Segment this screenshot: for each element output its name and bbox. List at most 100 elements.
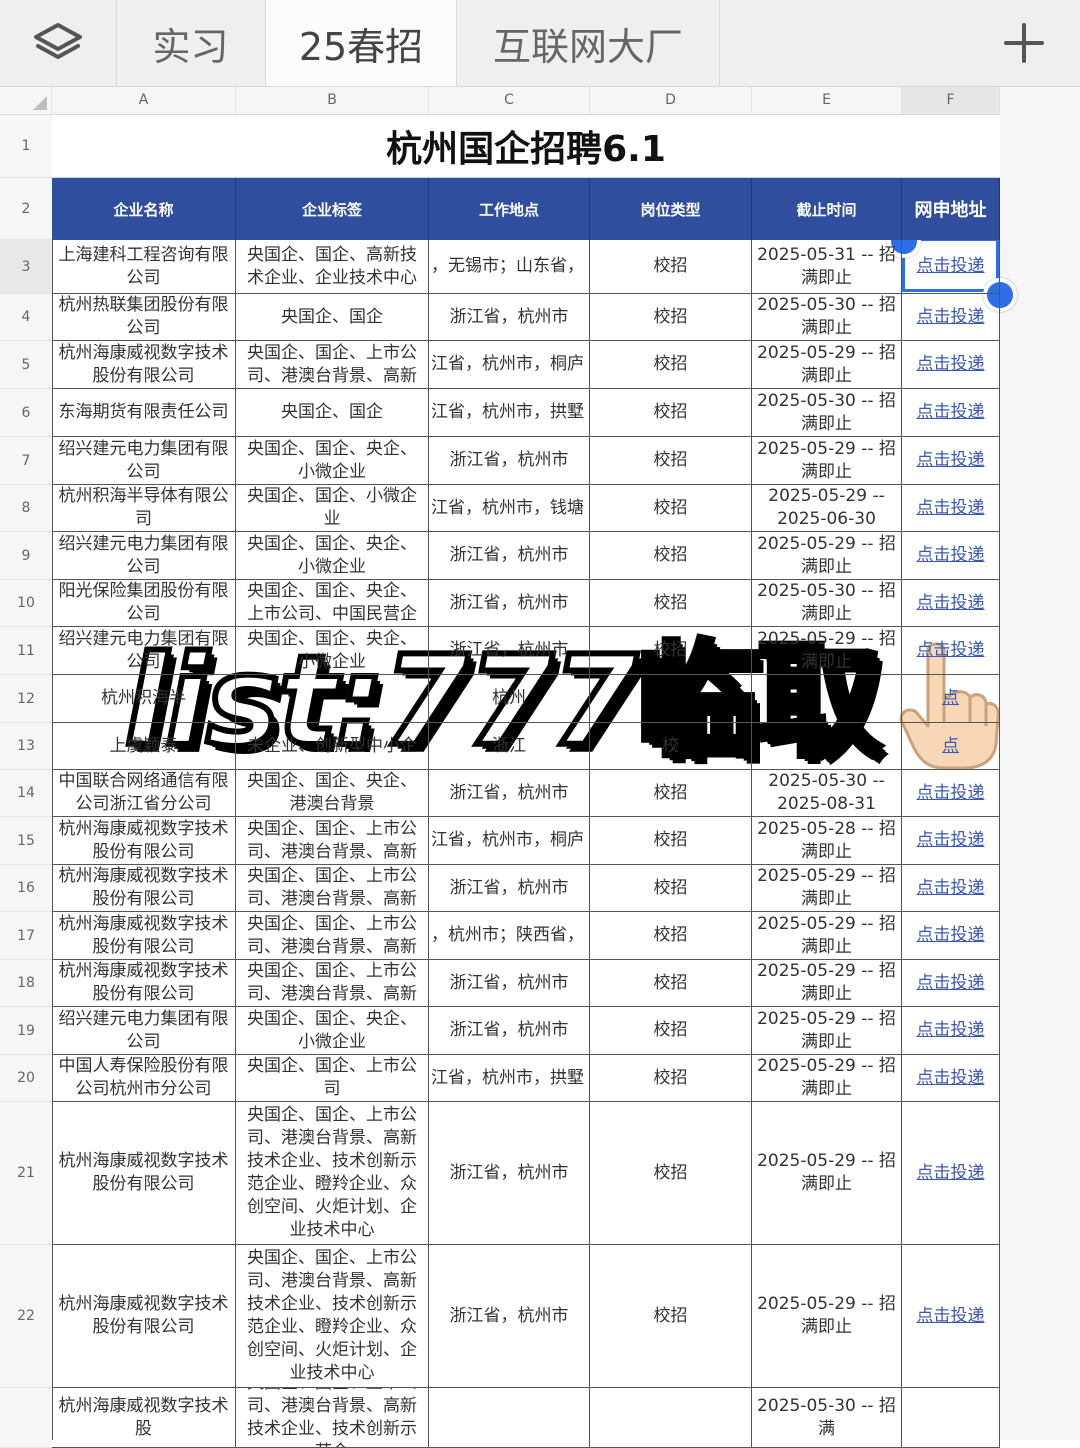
apply-link[interactable]: 点击投递 [917, 972, 985, 995]
row-number[interactable]: 7 [0, 437, 52, 485]
column-header-e[interactable]: E [752, 87, 902, 114]
select-all-corner[interactable] [0, 87, 52, 114]
apply-link[interactable]: 点击投递 [917, 449, 985, 472]
row-number[interactable]: 13 [0, 723, 52, 770]
apply-link-cell[interactable]: 点击投递 [902, 294, 1000, 341]
row-number[interactable] [0, 1388, 52, 1448]
apply-link-cell[interactable]: 点 [902, 675, 1000, 723]
column-header-a[interactable]: A [52, 87, 236, 114]
apply-link[interactable]: 点击投递 [917, 829, 985, 852]
location-cell: 浙江省，杭州市 [429, 1007, 590, 1055]
apply-link-cell[interactable]: 点击投递 [902, 770, 1000, 817]
apply-link-cell[interactable]: 点击投递 [902, 580, 1000, 627]
row-number[interactable]: 9 [0, 532, 52, 580]
add-sheet-button[interactable] [968, 0, 1080, 86]
apply-link[interactable]: 点击投递 [917, 401, 985, 424]
location-cell: 江省，杭州市，拱墅 [429, 1055, 590, 1102]
row-number[interactable]: 8 [0, 485, 52, 532]
apply-link-cell[interactable]: 点击投递 [902, 817, 1000, 865]
apply-link[interactable]: 点击投递 [917, 1019, 985, 1042]
apply-link-cell[interactable]: 点击投递 [902, 437, 1000, 485]
row-number[interactable]: 2 [0, 178, 52, 240]
apply-link[interactable]: 点击投递 [917, 306, 985, 329]
column-title-cell: 工作地点 [429, 178, 590, 240]
apply-link-cell[interactable]: 点击投递 [902, 1007, 1000, 1055]
row-number[interactable]: 11 [0, 627, 52, 675]
apply-link-cell[interactable]: 点击投递 [902, 627, 1000, 675]
company-name-cell: 上虞颖泰 [52, 723, 236, 770]
row-number[interactable]: 4 [0, 294, 52, 341]
apply-link-cell[interactable]: 点击投递 [902, 389, 1000, 437]
apply-link-cell[interactable]: 点击投递 [902, 865, 1000, 912]
apply-link[interactable]: 点击投递 [917, 1305, 985, 1328]
apply-link[interactable]: 点击投递 [917, 544, 985, 567]
job-type-cell: 校招 [590, 240, 752, 294]
job-type-cell [590, 1388, 752, 1448]
deadline-cell: 2025-05-29 -- 招满即止 [752, 912, 902, 960]
location-cell: 浙江省，杭州市 [429, 960, 590, 1007]
column-header-c[interactable]: C [429, 87, 590, 114]
row-number[interactable]: 5 [0, 341, 52, 389]
apply-link-cell[interactable] [902, 1388, 1000, 1448]
apply-link-cell[interactable]: 点击投递 [902, 485, 1000, 532]
row-number[interactable]: 21 [0, 1102, 52, 1245]
tab-label: 互联网大厂 [492, 24, 683, 69]
row-number[interactable]: 19 [0, 1007, 52, 1055]
row-number[interactable]: 20 [0, 1055, 52, 1102]
deadline-cell: 2025-05-29 -- 招满即止 [752, 1245, 902, 1388]
row-number[interactable]: 15 [0, 817, 52, 865]
apply-link[interactable]: 点击投递 [917, 782, 985, 805]
apply-link-cell[interactable]: 点击投递 [902, 341, 1000, 389]
apply-link[interactable]: 点击投递 [917, 353, 985, 376]
apply-link-cell[interactable]: 点击投递 [902, 1055, 1000, 1102]
apply-link[interactable]: 点击投递 [917, 592, 985, 615]
apply-link[interactable]: 点 [942, 687, 959, 710]
company-name-cell: 杭州热联集团股份有限公司 [52, 294, 236, 341]
apply-link-cell[interactable]: 点击投递 [902, 240, 1000, 294]
apply-link[interactable]: 点击投递 [917, 877, 985, 900]
location-cell: 浙江省，杭州市 [429, 770, 590, 817]
apply-link[interactable]: 点击投递 [917, 1162, 985, 1185]
row-number[interactable]: 10 [0, 580, 52, 627]
column-header-f[interactable]: F [902, 87, 1000, 114]
job-type-cell: 校招 [590, 865, 752, 912]
row-number[interactable]: 17 [0, 912, 52, 960]
row-number[interactable]: 18 [0, 960, 52, 1007]
deadline-cell: 2025-05-29 -- 招满即止 [752, 532, 902, 580]
tab-spring-2025[interactable]: 25春招 [266, 0, 457, 86]
row-number[interactable]: 3 [0, 240, 52, 294]
job-type-cell: 校招 [590, 1245, 752, 1388]
apply-link[interactable]: 点击投递 [917, 497, 985, 520]
apply-link-cell[interactable]: 点击投递 [902, 912, 1000, 960]
row-number[interactable]: 12 [0, 675, 52, 723]
layers-button[interactable] [0, 0, 117, 86]
row-number[interactable]: 1 [0, 115, 52, 178]
apply-link[interactable]: 点 [942, 735, 959, 758]
column-header-b[interactable]: B [236, 87, 429, 114]
column-header-d[interactable]: D [590, 87, 752, 114]
column-title-cell: 企业名称 [52, 178, 236, 240]
company-tags-cell: 央国企、国企 [236, 389, 429, 437]
tab-internship[interactable]: 实习 [116, 0, 266, 86]
job-type-cell: 校招 [590, 912, 752, 960]
row-number[interactable]: 16 [0, 865, 52, 912]
apply-link-cell[interactable]: 点击投递 [902, 532, 1000, 580]
job-type-cell: 校招 [590, 485, 752, 532]
apply-link[interactable]: 点击投递 [917, 924, 985, 947]
row-number[interactable]: 22 [0, 1245, 52, 1388]
location-cell: 浙江 [429, 723, 590, 770]
apply-link[interactable]: 点击投递 [917, 639, 985, 662]
job-type-cell: 校招 [590, 1055, 752, 1102]
apply-link-cell[interactable]: 点击投递 [902, 960, 1000, 1007]
apply-link[interactable]: 点击投递 [917, 255, 985, 278]
company-tags-cell: 央国企、国企、上市公司、港澳台背景、高新 [236, 865, 429, 912]
deadline-cell: 2025-05-29 -- 招满即止 [752, 960, 902, 1007]
row-number[interactable]: 14 [0, 770, 52, 817]
row-number[interactable]: 6 [0, 389, 52, 437]
deadline-cell: 2025-05-30 -- 2025-08-31 [752, 770, 902, 817]
apply-link-cell[interactable]: 点击投递 [902, 1102, 1000, 1245]
apply-link-cell[interactable]: 点击投递 [902, 1245, 1000, 1388]
tab-internet-bigco[interactable]: 互联网大厂 [457, 0, 720, 86]
apply-link-cell[interactable]: 点 [902, 723, 1000, 770]
apply-link[interactable]: 点击投递 [917, 1067, 985, 1090]
